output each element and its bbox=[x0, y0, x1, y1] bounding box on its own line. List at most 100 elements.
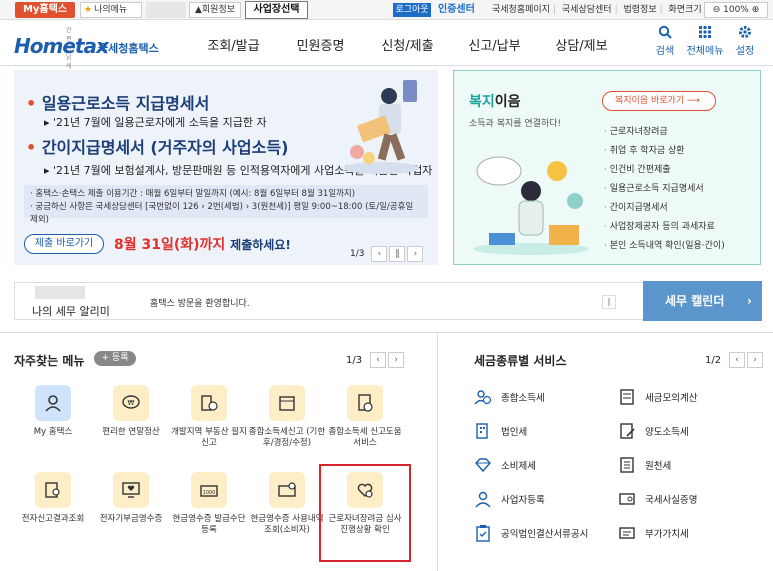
calendar-icon bbox=[269, 385, 305, 421]
welfare-list: 근로자녀장려금 취업 후 학자금 상환 인건비 간편제출 일용근로소득 지급명세… bbox=[604, 123, 725, 256]
tile-cash-receipt-history[interactable]: 현금영수증 사용내역조회(소비자) bbox=[248, 472, 326, 536]
top-utility-bar: My홈택스 ★ 나의메뉴 ▲회원정보 사업장선택 로그아웃 인증센터 국세청홈페이… bbox=[0, 0, 773, 20]
alert-user-placeholder bbox=[35, 286, 85, 299]
nav-consult[interactable]: 상담/제보 bbox=[538, 35, 625, 54]
cert-center-link[interactable]: 인증센터 bbox=[438, 3, 475, 17]
banner-title-2-text: 간이지급명세서 (거주자의 사업소득) bbox=[41, 138, 289, 157]
pause-icon[interactable]: ‖ bbox=[389, 246, 406, 262]
banner-deadline: 8월 31일(화)까지 제출하세요! bbox=[114, 234, 291, 254]
tile-cash-receipt-register[interactable]: 1000 현금영수증 발급수단 등록 bbox=[170, 472, 248, 536]
person-icon bbox=[475, 491, 491, 508]
link-nts-home[interactable]: 국세청홈페이지 bbox=[492, 5, 550, 15]
userinfo-label: 회원정보 bbox=[201, 5, 236, 15]
tax-item-transfer[interactable]: 양도소득세 bbox=[618, 422, 689, 440]
tile-label: 개발지역 부동산 필지신고 bbox=[171, 427, 247, 448]
banner-info-line-2: · 궁금하신 사항은 국세상담센터 [국번없이 126 › 2번(세법) › 3… bbox=[30, 202, 414, 225]
username-field bbox=[146, 2, 186, 18]
logo-wordmark: Hometax bbox=[14, 34, 109, 58]
next-arrow-icon[interactable]: › bbox=[407, 246, 424, 262]
tile-label: 종합소득세 신고도움 서비스 bbox=[328, 427, 402, 448]
document-list-icon bbox=[620, 457, 634, 473]
prev-arrow-icon[interactable]: ‹ bbox=[370, 352, 387, 368]
next-arrow-icon[interactable]: › bbox=[388, 352, 405, 368]
tax-calendar-label: 세무 캘린더 bbox=[665, 294, 725, 308]
tile-income-tax-filing[interactable]: 종합소득세신고 (기한후/경정/수정) bbox=[248, 385, 326, 449]
tax-item-tax-certificate[interactable]: 국세사실증명 bbox=[618, 490, 697, 508]
tile-my-hometax[interactable]: My 홈택스 bbox=[14, 385, 92, 438]
welfare-subtitle: 소득과 복지를 연결하다! bbox=[469, 119, 562, 129]
tax-item-global-income[interactable]: 종합소득세 bbox=[474, 388, 545, 406]
tile-label: 현금영수증 사용내역조회(소비자) bbox=[250, 514, 324, 535]
tax-item-simulation[interactable]: 세금모의계산 bbox=[618, 388, 697, 406]
search-button[interactable]: 검색 bbox=[645, 25, 685, 57]
building-won-icon bbox=[191, 385, 227, 421]
tile-donation-receipt[interactable]: 전자기부금영수증 bbox=[92, 472, 170, 525]
notice-banner[interactable]: • 일용근로소득 지급명세서 ▸ '21년 7월에 일용근로자에게 소득을 지급… bbox=[14, 70, 438, 265]
welfare-item[interactable]: 사업장제공자 등의 과세자료 bbox=[604, 218, 725, 237]
submit-shortcut-button[interactable]: 제출 바로가기 bbox=[24, 234, 104, 254]
tile-label: 전자기부금영수증 bbox=[99, 514, 163, 524]
welfare-item[interactable]: 간이지급명세서 bbox=[604, 199, 725, 218]
welfare-panel: 복지이음 소득과 복지를 연결하다! 복지이음 바로가기 ⟶ 근로자녀장려금 취… bbox=[453, 70, 761, 265]
tax-item-withholding[interactable]: 원천세 bbox=[618, 456, 671, 474]
nav-apply[interactable]: 신청/제출 bbox=[364, 35, 451, 54]
myhome-button[interactable]: My홈택스 bbox=[15, 2, 75, 18]
welfare-item[interactable]: 인건비 간편제출 bbox=[604, 161, 725, 180]
tile-income-tax-help[interactable]: 종합소득세 신고도움 서비스 bbox=[326, 385, 404, 449]
document-won-icon bbox=[347, 385, 383, 421]
chevron-right-icon: › bbox=[747, 294, 752, 308]
tax-item-label: 양도소득세 bbox=[645, 427, 689, 438]
tax-item-consumption[interactable]: 소비제세 bbox=[474, 456, 536, 474]
search-document-icon bbox=[35, 472, 71, 508]
favorites-add-button[interactable]: + 등록 bbox=[94, 351, 136, 366]
userinfo-button[interactable]: ▲회원정보 bbox=[189, 2, 241, 18]
nav-lookup[interactable]: 조회/발급 bbox=[190, 35, 277, 54]
next-arrow-icon[interactable]: › bbox=[747, 352, 764, 368]
zoom-out-icon[interactable]: ⊖ bbox=[713, 5, 721, 15]
grid-icon bbox=[699, 26, 711, 38]
welfare-item[interactable]: 근로자녀장려금 bbox=[604, 123, 725, 142]
zoom-control[interactable]: ⊖ 100% ⊕ bbox=[704, 2, 768, 18]
tile-label: 종합소득세신고 (기한후/경정/수정) bbox=[248, 427, 326, 448]
vat-icon bbox=[619, 527, 635, 539]
logout-button[interactable]: 로그아웃 bbox=[393, 3, 431, 17]
welfare-shortcut-button[interactable]: 복지이음 바로가기 ⟶ bbox=[602, 91, 716, 111]
welfare-item[interactable]: 일용근로소득 지급명세서 bbox=[604, 180, 725, 199]
tax-services-pager: 1/2 ‹ › bbox=[705, 352, 764, 368]
tax-item-label: 소비제세 bbox=[501, 461, 536, 472]
tax-alert-bar: 나의 세무 알리미 홈택스 방문을 환영합니다. ‖ 세무 캘린더 › bbox=[14, 281, 762, 321]
tile-year-end-settlement[interactable]: ₩ 편리한 연말정산 bbox=[92, 385, 170, 438]
monitor-heart-icon bbox=[113, 472, 149, 508]
prev-arrow-icon[interactable]: ‹ bbox=[729, 352, 746, 368]
prev-arrow-icon[interactable]: ‹ bbox=[371, 246, 388, 262]
tax-item-corporate[interactable]: 법인세 bbox=[474, 422, 527, 440]
tax-item-label: 종합소득세 bbox=[501, 393, 545, 404]
business-select-button[interactable]: 사업장선택 bbox=[245, 1, 308, 19]
settings-button[interactable]: 설정 bbox=[725, 25, 765, 57]
all-menu-button[interactable]: 전체메뉴 bbox=[685, 25, 725, 57]
tax-item-public-corp-disclosure[interactable]: 공익법인결산서류공시 bbox=[474, 524, 588, 542]
tile-label: My 홈택스 bbox=[33, 427, 73, 437]
banner-sub-1: ▸ '21년 7월에 일용근로자에게 소득을 지급한 자 bbox=[44, 116, 267, 129]
logo-korean: 국세청홈택스 bbox=[98, 42, 159, 55]
mymenu-button[interactable]: ★ 나의메뉴 bbox=[80, 2, 142, 18]
welfare-item[interactable]: 취업 후 학자금 상환 bbox=[604, 142, 725, 161]
zoom-in-icon[interactable]: ⊕ bbox=[752, 5, 760, 15]
tax-item-vat[interactable]: 부가가치세 bbox=[618, 524, 689, 542]
link-consult-center[interactable]: 국세상담센터 bbox=[562, 5, 612, 15]
search-label: 검색 bbox=[655, 46, 675, 57]
highlight-box bbox=[319, 464, 411, 562]
welfare-title-a: 복지 bbox=[469, 94, 495, 110]
banner-illustration bbox=[343, 80, 419, 174]
tile-e-filing-result[interactable]: 전자신고결과조회 bbox=[14, 472, 92, 525]
nav-filing[interactable]: 신고/납부 bbox=[451, 35, 538, 54]
tile-land-report[interactable]: 개발지역 부동산 필지신고 bbox=[170, 385, 248, 449]
alert-pause-icon[interactable]: ‖ bbox=[602, 295, 616, 309]
tile-label: 현금영수증 발급수단 등록 bbox=[172, 514, 246, 535]
link-law-info[interactable]: 법령정보 bbox=[624, 5, 657, 15]
tax-item-business-registration[interactable]: 사업자등록 bbox=[474, 490, 545, 508]
tax-calendar-button[interactable]: 세무 캘린더 › bbox=[643, 281, 762, 321]
nav-certificates[interactable]: 민원증명 bbox=[277, 35, 364, 54]
deadline-date: 8월 31일(화)까지 bbox=[114, 237, 226, 253]
welfare-item[interactable]: 본인 소득내역 확인(일용·간이) bbox=[604, 237, 725, 256]
